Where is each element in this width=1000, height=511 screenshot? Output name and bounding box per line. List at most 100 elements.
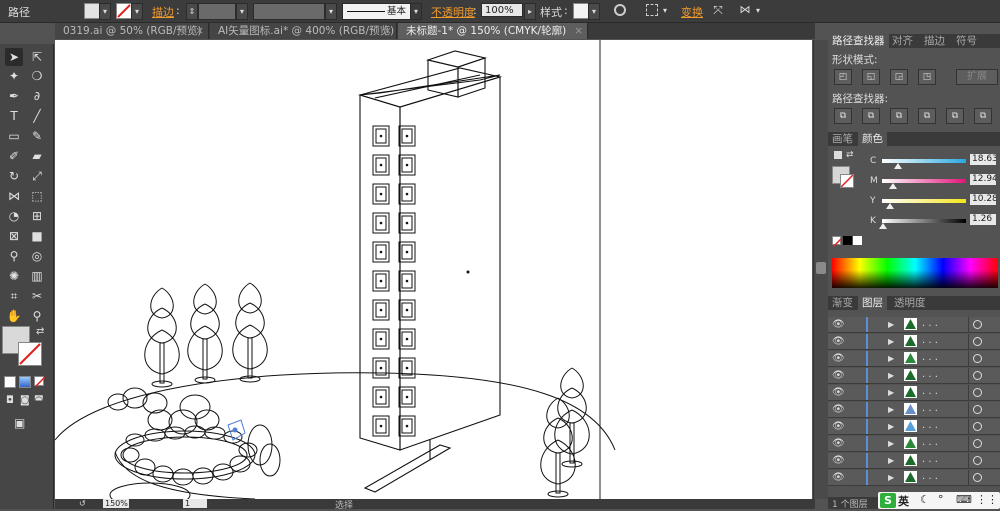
layer-name[interactable]: . . . xyxy=(922,402,938,415)
artboard-number-field[interactable]: 1 xyxy=(183,499,207,508)
expand-triangle-icon[interactable]: ▶ xyxy=(888,334,894,349)
keyboard-icon[interactable]: ⌨ xyxy=(956,493,972,506)
outline-icon[interactable]: ⧉ xyxy=(946,108,964,124)
layer-row[interactable]: 👁 ▶ . . . xyxy=(828,470,1000,486)
transform-label[interactable]: 变换 xyxy=(681,4,703,20)
tab-color[interactable]: 颜色 xyxy=(858,132,887,146)
vertical-scrollbar[interactable] xyxy=(813,40,828,499)
stroke-weight-dropdown-icon[interactable]: ▾ xyxy=(236,3,248,20)
yellow-value-field[interactable]: 10.28 xyxy=(970,194,996,205)
ime-language-label[interactable]: 英 xyxy=(898,493,909,509)
rectangle-tool-icon[interactable]: ▭ xyxy=(5,127,23,145)
target-circle-icon[interactable] xyxy=(973,388,982,397)
fill-swatch[interactable] xyxy=(84,3,100,19)
black-slider-handle[interactable] xyxy=(878,223,887,229)
target-circle-icon[interactable] xyxy=(973,473,982,482)
layer-row[interactable]: 👁 ▶ . . . xyxy=(828,368,1000,384)
close-icon[interactable]: × xyxy=(383,23,392,39)
flip-dropdown-icon[interactable]: ▾ xyxy=(753,3,763,18)
cyan-value-field[interactable]: 18.63 xyxy=(970,154,996,165)
expand-triangle-icon[interactable]: ▶ xyxy=(888,453,894,468)
shape-builder-tool-icon[interactable]: ◔ xyxy=(5,207,23,225)
ime-toolbar[interactable]: S 英 ☾ ° ⌨ ⋮⋮ xyxy=(878,492,1000,509)
gradient-tool-icon[interactable]: ■ xyxy=(28,227,46,245)
scroll-thumb[interactable] xyxy=(816,262,826,274)
visibility-eye-icon[interactable]: 👁 xyxy=(832,317,845,332)
line-tool-icon[interactable]: ╱ xyxy=(28,107,46,125)
tab-document-3[interactable]: 未标题-1* @ 150% (CMYK/轮廓) × xyxy=(398,23,588,39)
expand-triangle-icon[interactable]: ▶ xyxy=(888,368,894,383)
variable-width-profile[interactable] xyxy=(253,3,325,20)
layer-row[interactable]: 👁 ▶ . . . xyxy=(828,317,1000,333)
zoom-tool-icon[interactable]: ⚲ xyxy=(28,307,46,325)
brush-dropdown-icon[interactable]: ▾ xyxy=(410,3,422,20)
profile-dropdown-icon[interactable]: ▾ xyxy=(325,3,337,20)
unite-icon[interactable]: ◰ xyxy=(834,69,852,85)
layer-name[interactable]: . . . xyxy=(922,419,938,432)
column-graph-tool-icon[interactable]: ▥ xyxy=(28,267,46,285)
target-circle-icon[interactable] xyxy=(973,439,982,448)
paintbrush-tool-icon[interactable]: ✎ xyxy=(28,127,46,145)
tab-document-2[interactable]: AI矢量图标.ai* @ 400% (RGB/预览) × xyxy=(210,23,397,39)
zoom-field[interactable]: 150% xyxy=(103,499,129,508)
expand-triangle-icon[interactable]: ▶ xyxy=(888,419,894,434)
color-mode-icon[interactable] xyxy=(4,376,16,388)
layer-name[interactable]: . . . xyxy=(922,470,938,483)
stroke-color-box[interactable] xyxy=(18,342,42,366)
visibility-eye-icon[interactable]: 👁 xyxy=(832,334,845,349)
blend-tool-icon[interactable]: ◎ xyxy=(28,247,46,265)
stroke-weight-stepper[interactable]: ⇕ xyxy=(186,3,198,20)
opacity-dropdown-icon[interactable]: ▸ xyxy=(524,3,536,20)
visibility-eye-icon[interactable]: 👁 xyxy=(832,436,845,451)
expand-triangle-icon[interactable]: ▶ xyxy=(888,317,894,332)
none-swatch[interactable] xyxy=(832,236,842,248)
reference-point-icon[interactable] xyxy=(646,4,658,16)
reference-dropdown-icon[interactable]: ▾ xyxy=(660,3,670,18)
visibility-eye-icon[interactable]: 👁 xyxy=(832,402,845,417)
expand-triangle-icon[interactable]: ▶ xyxy=(888,351,894,366)
type-tool-icon[interactable]: T xyxy=(5,107,23,125)
trim-icon[interactable]: ⧉ xyxy=(862,108,880,124)
opacity-label[interactable]: 不透明度 xyxy=(431,4,475,20)
stroke-label[interactable]: 描边 xyxy=(152,4,174,20)
free-transform-tool-icon[interactable]: ⬚ xyxy=(28,187,46,205)
merge-icon[interactable]: ⧉ xyxy=(890,108,908,124)
layer-name[interactable]: . . . xyxy=(922,317,938,330)
slice-tool-icon[interactable]: ✂ xyxy=(28,287,46,305)
moon-icon[interactable]: ☾ xyxy=(920,493,930,506)
swap-fill-stroke-icon[interactable]: ⇄ xyxy=(36,326,44,337)
black-slider[interactable] xyxy=(882,219,966,223)
layer-row[interactable]: 👁 ▶ . . . xyxy=(828,419,1000,435)
yellow-slider-handle[interactable] xyxy=(886,203,895,209)
layer-row[interactable]: 👁 ▶ . . . xyxy=(828,334,1000,350)
style-swatch[interactable] xyxy=(573,3,589,19)
stroke-weight-field[interactable] xyxy=(198,3,236,20)
tab-brushes[interactable]: 画笔 xyxy=(828,132,857,146)
crop-icon[interactable]: ⧉ xyxy=(918,108,936,124)
opacity-field[interactable]: 100% xyxy=(481,3,523,17)
flip-icon[interactable]: ⋈ xyxy=(738,3,752,17)
draw-inside-icon[interactable]: ◚ xyxy=(34,395,44,406)
visibility-eye-icon[interactable]: 👁 xyxy=(832,419,845,434)
pencil-tool-icon[interactable]: ✐ xyxy=(5,147,23,165)
black-swatch[interactable] xyxy=(843,236,852,245)
swap-colors-icon[interactable]: ⇄ xyxy=(846,150,854,160)
tab-transparency[interactable]: 透明度 xyxy=(890,296,930,310)
pen-tool-icon[interactable]: ✒ xyxy=(5,87,23,105)
draw-normal-icon[interactable]: ◘ xyxy=(6,395,14,406)
exclude-icon[interactable]: ◳ xyxy=(918,69,936,85)
expand-triangle-icon[interactable]: ▶ xyxy=(888,385,894,400)
gradient-mode-icon[interactable] xyxy=(19,376,31,388)
perspective-grid-tool-icon[interactable]: ⊞ xyxy=(28,207,46,225)
none-mode-icon[interactable] xyxy=(34,376,46,388)
visibility-eye-icon[interactable]: 👁 xyxy=(832,351,845,366)
layer-name[interactable]: . . . xyxy=(922,453,938,466)
width-tool-icon[interactable]: ⋈ xyxy=(5,187,23,205)
magenta-value-field[interactable]: 12.94 xyxy=(970,174,996,185)
hand-tool-icon[interactable]: ✋ xyxy=(5,307,23,325)
mesh-tool-icon[interactable]: ⊠ xyxy=(5,227,23,245)
tab-pathfinder[interactable]: 路径查找器 xyxy=(828,34,889,48)
layer-row[interactable]: 👁 ▶ . . . xyxy=(828,402,1000,418)
black-value-field[interactable]: 1.26 xyxy=(970,214,996,225)
visibility-eye-icon[interactable]: 👁 xyxy=(832,470,845,485)
